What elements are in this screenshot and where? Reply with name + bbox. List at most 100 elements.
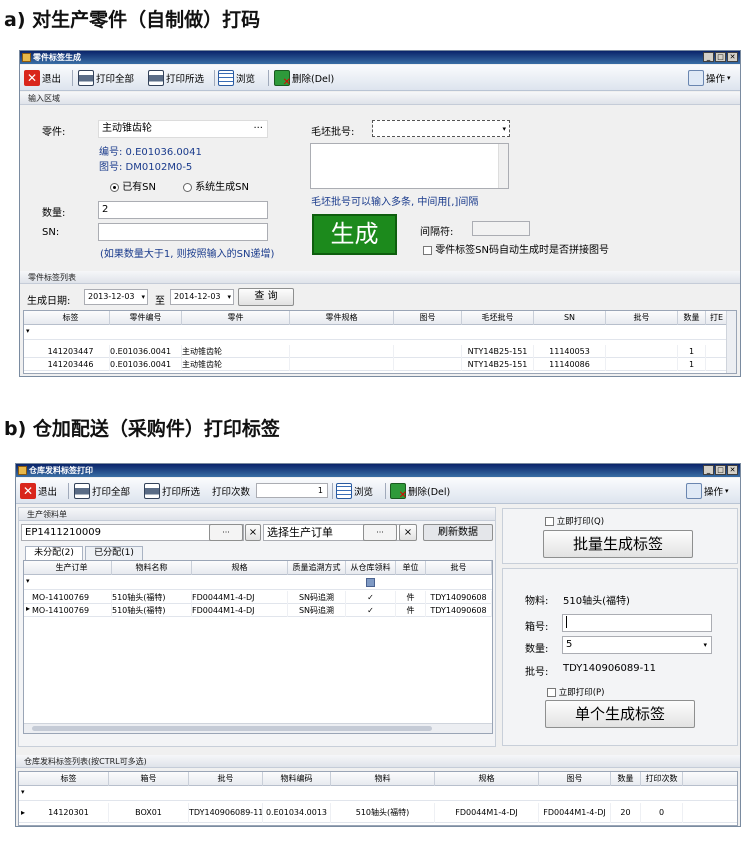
table-cell: MO-14100769 [32,604,112,617]
blank-batch-label: 毛坯批号: [311,127,355,138]
column-header[interactable]: 零件规格 [290,311,394,325]
refresh-button[interactable]: 刷新数据 [423,524,493,541]
blank-batch-hint: 毛坯批号可以输入多条, 中间用[,]间隔 [311,197,479,208]
column-header[interactable]: 物料编码 [263,772,331,786]
column-header[interactable]: 批号 [606,311,678,325]
print-selected-button[interactable]: 打印所选 [148,68,204,88]
production-order-picker-button[interactable]: ··· [363,524,397,541]
close-button[interactable]: ✕ [727,52,738,62]
exit-button[interactable]: ✕ 退出 [24,68,61,88]
column-header[interactable]: 物料 [331,772,435,786]
qty-combo[interactable]: 5 ▾ [562,636,712,654]
table-row[interactable]: 141203447 0.E01036.0041 主动锥齿轮 NTY14B25-151 1… [24,345,736,358]
delete-button[interactable]: 删除(Del) [390,481,450,501]
close-button[interactable]: ✕ [727,465,738,475]
column-header[interactable]: 批号 [426,561,492,575]
current-row-icon: ▸ [21,808,26,817]
sn-input[interactable] [98,223,268,241]
delete-button[interactable]: 删除(Del) [274,68,334,88]
column-header[interactable]: 数量 [678,311,706,325]
part-picker-button[interactable]: ··· [253,121,263,137]
part-input[interactable]: 主动锥齿轮 ··· [98,120,268,138]
column-header[interactable]: 数量 [611,772,641,786]
new-row[interactable]: ▾ [24,576,492,590]
tab-unassigned[interactable]: 未分配(2) [25,546,83,560]
app-icon [22,53,31,62]
radio-has-sn[interactable]: 已有SN [110,178,156,193]
column-header[interactable]: 标签 [29,772,109,786]
date-to-picker[interactable]: 2014-12-03 ▾ [170,289,234,305]
column-header[interactable]: 图号 [394,311,462,325]
operate-menu[interactable]: 操作 ▾ [686,481,729,501]
box-input[interactable] [562,614,712,632]
instant-print-q-checkbox[interactable]: 立即打印(Q) [545,515,604,527]
scrollbar[interactable] [498,144,508,188]
column-header[interactable]: 零件 [182,311,290,325]
table-cell: 0.E01036.0041 [110,345,182,358]
qty-input[interactable]: 2 [98,201,268,219]
print-all-button[interactable]: 打印全部 [74,481,130,501]
horizontal-scrollbar[interactable] [24,723,492,733]
column-header[interactable]: 从仓库领料 [346,561,396,575]
separator-input[interactable] [472,221,530,236]
print-all-button[interactable]: 打印全部 [78,68,134,88]
single-generate-button[interactable]: 单个生成标签 [545,700,695,728]
column-header[interactable]: SN [534,311,606,325]
grid-header: 生产订单 物料名称 规格 质量追溯方式 从仓库领料 单位 批号 [24,561,492,575]
table-row[interactable]: 141203446 0.E01036.0041 主动锥齿轮 NTY14B25-151 1… [24,358,736,371]
column-header[interactable]: 规格 [435,772,539,786]
column-header[interactable]: 箱号 [109,772,189,786]
concat-drawing-checkbox[interactable]: 零件标签SN码自动生成时是否拼接图号 [423,241,609,256]
production-order-clear-button[interactable]: × [399,524,417,541]
chevron-down-icon: ▾ [141,293,145,301]
table-row[interactable]: MO-14100769 510轴头(福特) FD0044M1-4-DJ SN码追溯 ✓ 件… [24,591,492,604]
order-clear-button[interactable]: × [245,524,261,541]
column-header[interactable]: 物料名称 [112,561,192,575]
column-header[interactable]: 单位 [396,561,426,575]
column-header[interactable]: 生产订单 [32,561,112,575]
print-selected-button[interactable]: 打印所选 [144,481,200,501]
column-header[interactable]: 打印次数 [641,772,683,786]
minimize-button[interactable]: _ [703,465,714,475]
query-button[interactable]: 查 询 [238,288,294,306]
table-cell: 141203446 [32,358,110,371]
exit-button[interactable]: ✕ 退出 [20,481,57,501]
instant-print-p-checkbox[interactable]: 立即打印(P) [547,686,604,698]
checkbox-icon[interactable] [366,578,375,587]
toolbar: ✕退出 打印全部 打印所选 浏览 删除(Del) 操作▾ [20,65,740,91]
table-row[interactable]: 14120301 BOX01 TDY140906089-11 0.E01034.001… [19,803,737,823]
minimize-button[interactable]: _ [703,52,714,62]
date-from-picker[interactable]: 2013-12-03 ▾ [84,289,148,305]
maximize-button[interactable]: □ [715,465,726,475]
table-cell: 1 [678,345,706,358]
column-header[interactable]: 规格 [192,561,288,575]
browse-button[interactable]: 浏览 [336,481,373,501]
order-picker-button[interactable]: ··· [209,524,243,541]
blank-batch-textarea[interactable] [310,143,509,189]
radio-system-sn[interactable]: 系统生成SN [183,178,249,193]
new-row[interactable]: ▾ [19,787,737,801]
table-cell: FD0044M1-4-DJ [192,604,288,617]
blank-batch-combo[interactable]: ▾ [372,120,510,137]
column-header[interactable]: 批号 [189,772,263,786]
table-row[interactable]: MO-14100769 510轴头(福特) FD0044M1-4-DJ SN码追溯 ✓ 件… [24,604,492,617]
maximize-button[interactable]: □ [715,52,726,62]
column-header[interactable]: 零件编号 [110,311,182,325]
generate-button[interactable]: 生成 [312,214,397,255]
column-header[interactable]: 标签 [32,311,110,325]
table-cell: ✓ [346,604,396,617]
title-bar: 仓库发料标签打印 _ □ ✕ [16,464,740,477]
browse-button[interactable]: 浏览 [218,68,255,88]
column-header[interactable]: 打E [706,311,728,325]
new-row[interactable]: ▾ [24,326,736,340]
column-header[interactable]: 质量追溯方式 [288,561,346,575]
grid-scrollbar[interactable] [726,311,736,373]
tab-assigned[interactable]: 已分配(1) [85,546,143,560]
box-label: 箱号: [525,622,549,633]
batch-generate-button[interactable]: 批量生成标签 [543,530,693,558]
operate-menu[interactable]: 操作 ▾ [688,68,731,88]
column-header[interactable]: 图号 [539,772,611,786]
column-header[interactable]: 毛坯批号 [462,311,534,325]
print-count-input[interactable]: 1 [256,483,328,498]
table-cell: 件 [396,591,426,604]
